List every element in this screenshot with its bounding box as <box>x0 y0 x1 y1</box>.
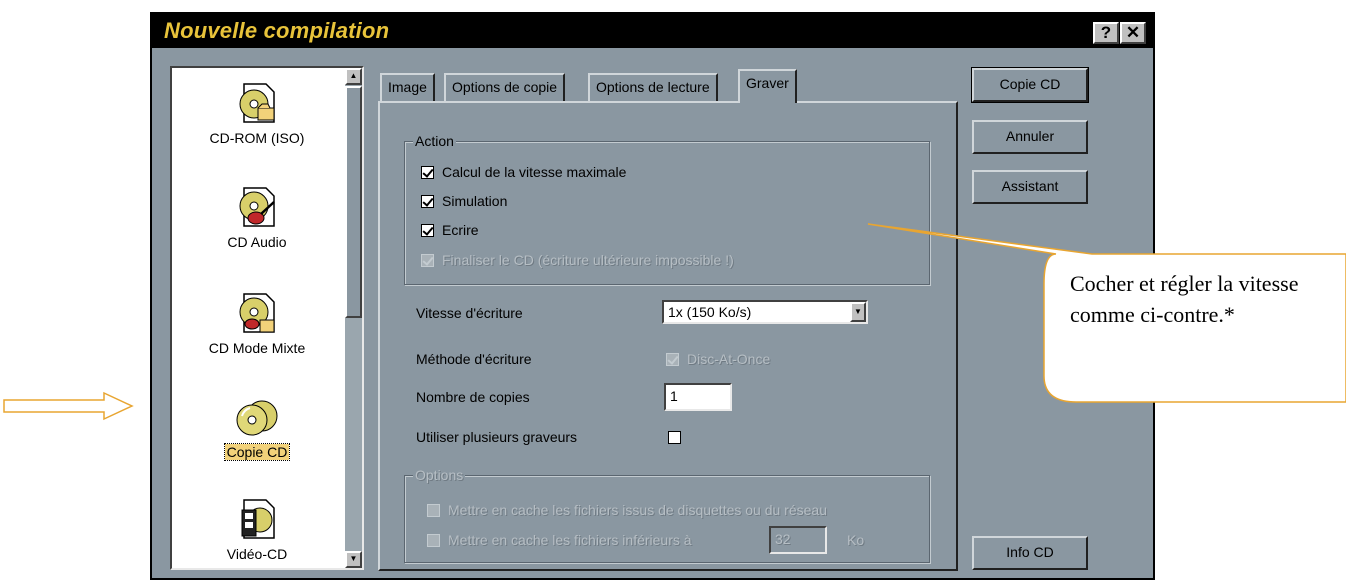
list-item-copy-cd[interactable]: Copie CD <box>172 394 342 461</box>
checkbox-box <box>421 253 434 267</box>
cd-mixed-mode-icon <box>239 293 275 333</box>
list-item-label: CD Mode Mixte <box>208 340 306 356</box>
list-item-cd-mixed[interactable]: CD Mode Mixte <box>172 290 342 356</box>
callout-text: Cocher et régler la vitesse comme ci-con… <box>1070 271 1299 327</box>
cd-copy-icon <box>236 400 278 436</box>
video-cd-film-icon <box>241 499 275 539</box>
scroll-up-icon[interactable]: ▲ <box>345 68 362 85</box>
checkbox-label: Calcul de la vitesse maximale <box>442 164 627 180</box>
tab-burn[interactable]: Graver <box>738 69 797 103</box>
title-bar: Nouvelle compilation ? ✕ <box>152 14 1153 48</box>
copy-cd-button[interactable]: Copie CD <box>971 67 1089 103</box>
list-item-label: Vidéo-CD <box>226 546 288 562</box>
checkbox-box[interactable] <box>421 223 434 237</box>
checkbox-write[interactable]: Ecrire <box>421 222 479 238</box>
list-item-cd-audio[interactable]: CD Audio <box>172 184 342 250</box>
list-scrollbar[interactable]: ▲ ▼ <box>345 68 362 568</box>
checkbox-multiple-writers[interactable] <box>668 431 689 444</box>
checkbox-box[interactable] <box>421 194 434 208</box>
scroll-down-icon[interactable]: ▼ <box>345 551 362 568</box>
checkbox-simulation[interactable]: Simulation <box>421 193 507 209</box>
multiple-writers-label: Utiliser plusieurs graveurs <box>416 429 578 445</box>
options-group: Options Mettre en cache les fichiers iss… <box>404 467 930 563</box>
cache-size-input: 32 <box>769 526 827 554</box>
checkbox-label: Finaliser le CD (écriture ultérieure imp… <box>442 252 734 268</box>
options-group-title: Options <box>413 467 466 483</box>
cache-size-value: 32 <box>775 531 791 547</box>
tab-read-options[interactable]: Options de lecture <box>588 73 718 101</box>
tab-copy-options[interactable]: Options de copie <box>444 73 566 101</box>
help-button[interactable]: ? <box>1093 22 1119 44</box>
list-item-label: CD-ROM (ISO) <box>209 130 305 146</box>
checkbox-label: Disc-At-Once <box>687 351 771 367</box>
wizard-button[interactable]: Assistant <box>972 170 1088 204</box>
cd-info-button[interactable]: Info CD <box>972 536 1088 570</box>
list-item-video-cd[interactable]: Vidéo-CD <box>172 496 342 562</box>
checkbox-box <box>427 503 440 517</box>
checkbox-label: Ecrire <box>442 222 479 238</box>
checkbox-box <box>427 533 440 547</box>
checkbox-finalize: Finaliser le CD (écriture ultérieure imp… <box>421 252 734 268</box>
action-group: Action Calcul de la vitesse maximale Sim… <box>404 133 930 285</box>
checkbox-box <box>666 352 679 366</box>
cancel-button[interactable]: Annuler <box>972 120 1088 154</box>
checkbox-box[interactable] <box>668 431 681 444</box>
write-speed-select[interactable]: 1x (150 Ko/s) ▼ <box>662 300 868 324</box>
list-item-label: Copie CD <box>223 443 291 461</box>
list-item-label: CD Audio <box>227 234 287 250</box>
checkbox-label: Mettre en cache les fichiers inférieurs … <box>448 532 692 548</box>
checkbox-cache-network: Mettre en cache les fichiers issus de di… <box>427 502 827 518</box>
checkbox-label: Mettre en cache les fichiers issus de di… <box>448 502 827 518</box>
compilation-type-list[interactable]: CD-ROM (ISO) CD Audio CD Mode Mixte Copi… <box>170 66 364 570</box>
checkbox-disc-at-once: Disc-At-Once <box>666 351 770 367</box>
tab-image[interactable]: Image <box>380 73 435 101</box>
copies-input[interactable]: 1 <box>664 383 732 411</box>
action-group-title: Action <box>413 133 456 149</box>
write-method-label: Méthode d'écriture <box>416 351 532 367</box>
cd-rom-document-icon <box>239 83 275 123</box>
checkbox-cache-smaller: Mettre en cache les fichiers inférieurs … <box>427 532 692 548</box>
checkbox-max-speed[interactable]: Calcul de la vitesse maximale <box>421 164 626 180</box>
write-speed-value: 1x (150 Ko/s) <box>668 304 752 320</box>
cd-audio-guitar-icon <box>239 187 275 227</box>
list-item-cd-rom[interactable]: CD-ROM (ISO) <box>172 80 342 146</box>
scroll-thumb[interactable] <box>345 86 362 318</box>
pointer-arrow-icon <box>3 391 134 421</box>
close-button[interactable]: ✕ <box>1120 22 1146 44</box>
checkbox-box[interactable] <box>421 165 434 179</box>
cache-unit-label: Ko <box>847 532 865 548</box>
copies-label: Nombre de copies <box>416 389 530 405</box>
window-title: Nouvelle compilation <box>164 18 390 43</box>
write-speed-label: Vitesse d'écriture <box>416 305 523 321</box>
checkbox-label: Simulation <box>442 193 508 209</box>
